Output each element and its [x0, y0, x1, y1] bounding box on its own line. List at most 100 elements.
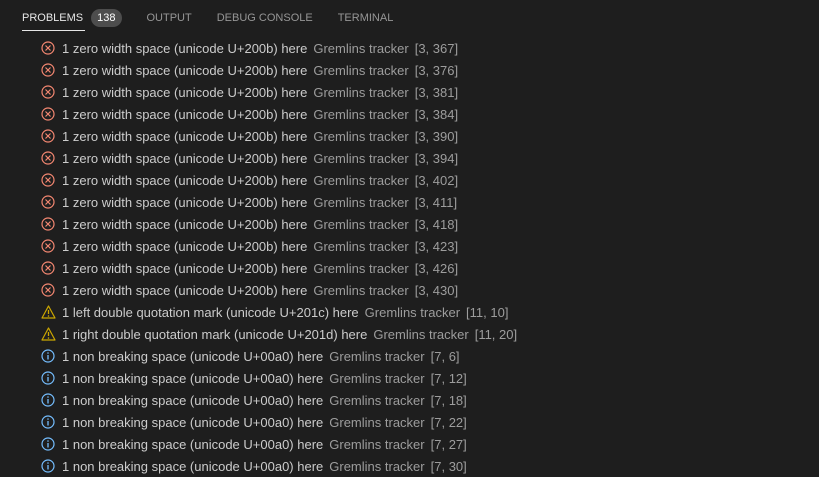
info-icon — [40, 458, 56, 474]
problem-row[interactable]: 1 zero width space (unicode U+200b) here… — [0, 257, 819, 279]
problem-message: 1 zero width space (unicode U+200b) here — [62, 260, 308, 276]
problem-row[interactable]: 1 non breaking space (unicode U+00a0) he… — [0, 455, 819, 477]
problems-list: 1 zero width space (unicode U+200b) here… — [0, 37, 819, 477]
problem-source: Gremlins tracker — [313, 62, 409, 78]
problem-message: 1 zero width space (unicode U+200b) here — [62, 194, 308, 210]
problem-position: [7, 27] — [430, 436, 467, 452]
problem-position: [3, 430] — [414, 282, 459, 298]
problem-row[interactable]: 1 non breaking space (unicode U+00a0) he… — [0, 389, 819, 411]
problem-message: 1 zero width space (unicode U+200b) here — [62, 106, 308, 122]
info-icon — [40, 436, 56, 452]
problem-source: Gremlins tracker — [313, 106, 409, 122]
problem-source: Gremlins tracker — [329, 458, 425, 474]
problem-position: [7, 6] — [430, 348, 460, 364]
error-icon — [40, 128, 56, 144]
problem-row[interactable]: 1 zero width space (unicode U+200b) here… — [0, 147, 819, 169]
problem-position: [3, 376] — [414, 62, 459, 78]
problem-message: 1 zero width space (unicode U+200b) here — [62, 216, 308, 232]
problem-message: 1 zero width space (unicode U+200b) here — [62, 150, 308, 166]
problem-position: [7, 30] — [430, 458, 467, 474]
problem-position: [7, 12] — [430, 370, 467, 386]
problem-position: [7, 18] — [430, 392, 467, 408]
problem-position: [11, 20] — [474, 326, 518, 342]
problem-source: Gremlins tracker — [329, 348, 425, 364]
problem-source: Gremlins tracker — [313, 282, 409, 298]
error-icon — [40, 216, 56, 232]
problem-message: 1 right double quotation mark (unicode U… — [62, 326, 368, 342]
warning-icon — [40, 304, 56, 320]
problem-source: Gremlins tracker — [313, 194, 409, 210]
error-icon — [40, 238, 56, 254]
problem-source: Gremlins tracker — [313, 150, 409, 166]
tab-terminal[interactable]: TERMINAL — [338, 0, 394, 35]
problem-message: 1 non breaking space (unicode U+00a0) he… — [62, 458, 324, 474]
problem-source: Gremlins tracker — [313, 238, 409, 254]
problem-position: [3, 381] — [414, 84, 459, 100]
problem-message: 1 non breaking space (unicode U+00a0) he… — [62, 414, 324, 430]
problem-row[interactable]: 1 left double quotation mark (unicode U+… — [0, 301, 819, 323]
problem-row[interactable]: 1 non breaking space (unicode U+00a0) he… — [0, 345, 819, 367]
problem-message: 1 zero width space (unicode U+200b) here — [62, 128, 308, 144]
problem-source: Gremlins tracker — [329, 370, 425, 386]
problem-position: [3, 423] — [414, 238, 459, 254]
problem-row[interactable]: 1 zero width space (unicode U+200b) here… — [0, 235, 819, 257]
problem-row[interactable]: 1 zero width space (unicode U+200b) here… — [0, 103, 819, 125]
problem-message: 1 left double quotation mark (unicode U+… — [62, 304, 359, 320]
problem-source: Gremlins tracker — [373, 326, 469, 342]
problem-message: 1 non breaking space (unicode U+00a0) he… — [62, 436, 324, 452]
problem-position: [3, 394] — [414, 150, 459, 166]
problem-row[interactable]: 1 zero width space (unicode U+200b) here… — [0, 191, 819, 213]
problem-message: 1 zero width space (unicode U+200b) here — [62, 40, 308, 56]
problem-message: 1 zero width space (unicode U+200b) here — [62, 172, 308, 188]
info-icon — [40, 392, 56, 408]
problem-source: Gremlins tracker — [313, 172, 409, 188]
problem-position: [3, 426] — [414, 260, 459, 276]
problem-position: [3, 411] — [414, 194, 458, 210]
problem-row[interactable]: 1 non breaking space (unicode U+00a0) he… — [0, 367, 819, 389]
problem-position: [11, 10] — [466, 304, 509, 320]
problem-row[interactable]: 1 zero width space (unicode U+200b) here… — [0, 169, 819, 191]
problem-position: [7, 22] — [430, 414, 467, 430]
problem-source: Gremlins tracker — [313, 260, 409, 276]
error-icon — [40, 150, 56, 166]
problem-row[interactable]: 1 zero width space (unicode U+200b) here… — [0, 213, 819, 235]
error-icon — [40, 194, 56, 210]
problem-source: Gremlins tracker — [329, 436, 425, 452]
problem-row[interactable]: 1 zero width space (unicode U+200b) here… — [0, 279, 819, 301]
tab-debug-console[interactable]: DEBUG CONSOLE — [217, 0, 313, 35]
problem-source: Gremlins tracker — [329, 414, 425, 430]
problem-message: 1 non breaking space (unicode U+00a0) he… — [62, 392, 324, 408]
problem-message: 1 zero width space (unicode U+200b) here — [62, 282, 308, 298]
problem-source: Gremlins tracker — [313, 40, 409, 56]
problem-row[interactable]: 1 non breaking space (unicode U+00a0) he… — [0, 433, 819, 455]
problem-position: [3, 367] — [414, 40, 459, 56]
problem-source: Gremlins tracker — [313, 216, 409, 232]
panel-tabs: PROBLEMS 138 OUTPUT DEBUG CONSOLE TERMIN… — [0, 0, 819, 35]
problem-row[interactable]: 1 zero width space (unicode U+200b) here… — [0, 125, 819, 147]
tab-problems-label: PROBLEMS — [22, 11, 84, 24]
problem-position: [3, 384] — [414, 106, 459, 122]
problem-row[interactable]: 1 non breaking space (unicode U+00a0) he… — [0, 411, 819, 433]
problem-position: [3, 418] — [414, 216, 459, 232]
error-icon — [40, 172, 56, 188]
tab-problems[interactable]: PROBLEMS 138 — [22, 0, 122, 35]
problem-row[interactable]: 1 zero width space (unicode U+200b) here… — [0, 81, 819, 103]
info-icon — [40, 414, 56, 430]
error-icon — [40, 62, 56, 78]
problem-source: Gremlins tracker — [313, 128, 409, 144]
error-icon — [40, 106, 56, 122]
problem-row[interactable]: 1 zero width space (unicode U+200b) here… — [0, 59, 819, 81]
error-icon — [40, 282, 56, 298]
problem-source: Gremlins tracker — [364, 304, 461, 320]
info-icon — [40, 348, 56, 364]
problem-message: 1 zero width space (unicode U+200b) here — [62, 238, 308, 254]
problems-count-badge: 138 — [91, 8, 122, 27]
error-icon — [40, 260, 56, 276]
problem-source: Gremlins tracker — [313, 84, 409, 100]
problem-position: [3, 390] — [414, 128, 459, 144]
problem-row[interactable]: 1 zero width space (unicode U+200b) here… — [0, 37, 819, 59]
problem-message: 1 zero width space (unicode U+200b) here — [62, 84, 308, 100]
warning-icon — [40, 326, 56, 342]
tab-output[interactable]: OUTPUT — [147, 0, 192, 35]
problem-row[interactable]: 1 right double quotation mark (unicode U… — [0, 323, 819, 345]
